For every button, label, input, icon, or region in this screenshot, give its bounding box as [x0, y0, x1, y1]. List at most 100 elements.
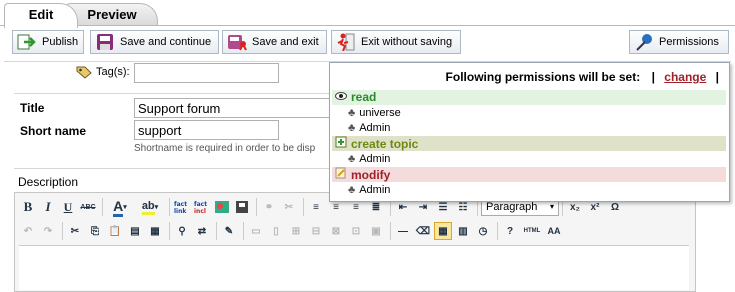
align-left-icon[interactable]: ≡ — [307, 198, 325, 216]
save-and-exit-button[interactable]: Save and exit — [222, 30, 327, 54]
paste-text-icon[interactable]: ▤ — [126, 222, 144, 240]
tab-preview[interactable]: Preview — [66, 3, 158, 26]
toolbar-divider — [390, 222, 391, 240]
user-group-icon: ♣ — [348, 153, 356, 165]
save-and-continue-label: Save and continue — [120, 36, 212, 48]
cut-icon[interactable]: ✂ — [66, 222, 84, 240]
permission-member: ♣ Admin — [332, 121, 735, 136]
media-icon[interactable] — [233, 198, 251, 216]
permission-group-name: modify — [351, 168, 391, 182]
editor-toolbar-row-2: ↶ ↷ ✂ ⎘ 📋 ▤ ▦ ⚲ ⇄ ✎ ▭ ▯ ⊞ ⊟ ⊠ ⊡ ▣ — ⌫ ▦ … — [19, 220, 565, 242]
member-name: Admin — [359, 184, 391, 196]
table-split-icon: ⊡ — [351, 225, 361, 237]
permissions-popup: Following permissions will be set: | cha… — [329, 62, 730, 202]
member-name: universe — [359, 107, 401, 119]
text-color-label: A — [113, 198, 124, 217]
description-label: Description — [18, 175, 79, 189]
table-icon[interactable]: ▦ — [434, 222, 452, 240]
highlight-color-button[interactable]: ab ▾ — [136, 198, 164, 216]
permissions-pin-icon — [634, 33, 654, 51]
change-permissions-link[interactable]: change — [664, 70, 706, 84]
italic-button[interactable]: I — [39, 198, 57, 216]
toolbar-divider — [169, 198, 170, 216]
form-separator-1 — [14, 93, 329, 94]
svg-text:fact: fact — [194, 201, 207, 208]
save-icon — [95, 33, 115, 51]
help-icon[interactable]: ? — [501, 222, 519, 240]
toolbar-divider — [243, 222, 244, 240]
svg-text:incl: incl — [194, 208, 206, 215]
time-icon[interactable]: ◷ — [474, 222, 492, 240]
publish-button[interactable]: Publish — [12, 30, 84, 54]
find-icon[interactable]: ⚲ — [173, 222, 191, 240]
paste-word-icon[interactable]: ▦ — [146, 222, 164, 240]
undo-icon: ↶ — [23, 225, 33, 237]
svg-text:link: link — [174, 208, 187, 215]
pipe-separator: | — [715, 70, 719, 84]
table-insert-before-icon: ⊞ — [291, 225, 301, 237]
permission-group-create-topic: create topic — [332, 136, 726, 151]
tag-icon — [76, 65, 92, 79]
user-group-icon: ♣ — [348, 184, 356, 196]
strikethrough-label: ABC — [80, 203, 96, 211]
redo-icon: ↷ — [43, 225, 53, 237]
permissions-heading: Following permissions will be set: | cha… — [446, 70, 719, 84]
exit-without-saving-label: Exit without saving — [361, 36, 453, 48]
replace-icon[interactable]: ⇄ — [193, 222, 211, 240]
permission-group-modify: modify — [332, 167, 726, 182]
title-input[interactable]: Support forum — [134, 98, 334, 118]
edit-icon[interactable]: ✎ — [220, 222, 238, 240]
font-size-button[interactable]: AA — [545, 222, 563, 240]
svg-text:fact: fact — [174, 201, 187, 208]
date-icon[interactable]: ▥ — [454, 222, 472, 240]
strikethrough-button[interactable]: ABC — [79, 198, 97, 216]
toolbar-divider — [102, 198, 103, 216]
action-toolbar: Publish Save and continue Save and exit … — [4, 27, 731, 61]
bold-button[interactable]: B — [19, 198, 37, 216]
title-label: Title — [20, 101, 45, 115]
toolbar-divider — [303, 198, 304, 216]
link-icon: ⚭ — [264, 201, 274, 213]
paste-icon[interactable]: 📋 — [106, 222, 124, 240]
table-insert-after-icon: ⊟ — [311, 225, 321, 237]
table-merge-icon: ▣ — [371, 225, 381, 237]
copy-icon[interactable]: ⎘ — [86, 222, 104, 240]
permission-member: ♣ Admin — [332, 152, 735, 167]
toolbar-divider — [256, 198, 257, 216]
html-source-button[interactable]: HTML — [521, 222, 543, 240]
tab-edit-label: Edit — [28, 7, 54, 22]
save-and-continue-button[interactable]: Save and continue — [90, 30, 219, 54]
html-source-label: HTML — [523, 228, 541, 234]
tags-input[interactable] — [134, 63, 279, 83]
shortname-hint: Shortname is required in order to be dis… — [134, 143, 316, 154]
tab-bar: Preview Edit — [0, 0, 735, 28]
unlink-icon: ✂ — [284, 201, 294, 213]
image-icon[interactable] — [213, 198, 231, 216]
tab-preview-label: Preview — [87, 7, 137, 22]
fact-include-icon[interactable]: fact incl — [193, 198, 211, 216]
save-and-exit-label: Save and exit — [252, 36, 319, 48]
member-name: Admin — [359, 122, 391, 134]
shortname-input[interactable]: support — [134, 120, 279, 140]
permission-group-name: read — [351, 90, 377, 104]
eraser-icon[interactable]: ⌫ — [414, 222, 432, 240]
tags-label: Tag(s): — [96, 66, 130, 78]
editor-content-area[interactable] — [19, 245, 689, 290]
permissions-heading-text: Following permissions will be set: — [445, 70, 641, 84]
permission-member: ♣ universe — [332, 106, 735, 121]
tab-edit[interactable]: Edit — [4, 3, 78, 28]
exit-without-saving-button[interactable]: Exit without saving — [331, 30, 461, 54]
underline-button[interactable]: U — [59, 198, 77, 216]
italic-label: I — [45, 199, 51, 214]
text-color-button[interactable]: A ▾ — [106, 198, 134, 217]
permissions-button[interactable]: Permissions — [629, 30, 729, 54]
permission-group-name: create topic — [351, 137, 419, 151]
publish-icon — [17, 33, 37, 51]
underline-label: U — [63, 199, 73, 214]
fact-link-icon[interactable]: fact link — [173, 198, 191, 216]
horizontal-rule-icon[interactable]: — — [394, 222, 412, 240]
permission-member: ♣ Admin — [332, 183, 735, 198]
user-group-icon: ♣ — [348, 107, 356, 119]
table-col-icon: ▯ — [273, 225, 279, 237]
save-exit-icon — [227, 33, 247, 51]
